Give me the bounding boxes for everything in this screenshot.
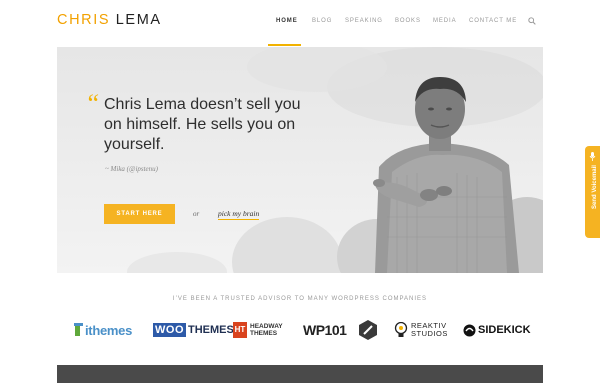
hero-quote: Chris Lema doesn’t sell you on himself. …: [104, 96, 301, 153]
send-voicemail-tab[interactable]: Send Voicemail: [585, 146, 600, 238]
or-text: or: [193, 210, 200, 218]
nav-media[interactable]: MEDIA: [433, 18, 457, 24]
headway-themes-logo[interactable]: HT HEADWAY THEMES: [233, 318, 283, 342]
pen-badge-logo[interactable]: [359, 318, 377, 342]
send-voicemail-label: Send Voicemail: [592, 165, 598, 209]
quote-attribution: ~ Mika (@ipstenu): [105, 165, 158, 173]
nav-blog[interactable]: BLOG: [312, 18, 332, 24]
wp101-logo[interactable]: WP101: [303, 318, 347, 342]
client-logos: ithemes WOO THEMES HT HEADWAY THEMES WP1…: [0, 318, 600, 342]
lightbulb-icon: [394, 322, 408, 337]
nav-home[interactable]: HOME: [276, 18, 298, 24]
nav-active-indicator: [268, 44, 301, 46]
start-here-button[interactable]: START HERE: [104, 204, 175, 224]
nav-books[interactable]: BOOKS: [395, 18, 421, 24]
sidekick-logo[interactable]: SIDEKICK: [463, 318, 531, 342]
pen-badge-icon: [359, 320, 377, 340]
quote-mark-icon: “: [85, 89, 100, 118]
hero-speaker-photo: [57, 47, 543, 273]
advisor-heading: I’VE BEEN A TRUSTED ADVISOR TO MANY WORD…: [172, 296, 428, 302]
sidekick-mark-icon: [463, 324, 476, 336]
next-section-preview: [57, 365, 543, 383]
nav-contact-me[interactable]: CONTACT ME: [469, 18, 517, 24]
nav-speaking[interactable]: SPEAKING: [345, 18, 383, 24]
search-icon[interactable]: [528, 17, 536, 25]
woothemes-logo[interactable]: WOO THEMES: [153, 318, 234, 342]
reaktiv-studios-logo[interactable]: REAKTIV STUDIOS: [394, 318, 448, 342]
ithemes-logo[interactable]: ithemes: [74, 318, 132, 342]
main-nav: HOME BLOG SPEAKING BOOKS MEDIA CONTACT M…: [0, 18, 600, 30]
ithemes-mark-icon: [74, 323, 83, 336]
pick-my-brain-link[interactable]: pick my brain: [218, 209, 260, 220]
hero-section: “ Chris Lema doesn’t sell you on himself…: [57, 47, 543, 273]
